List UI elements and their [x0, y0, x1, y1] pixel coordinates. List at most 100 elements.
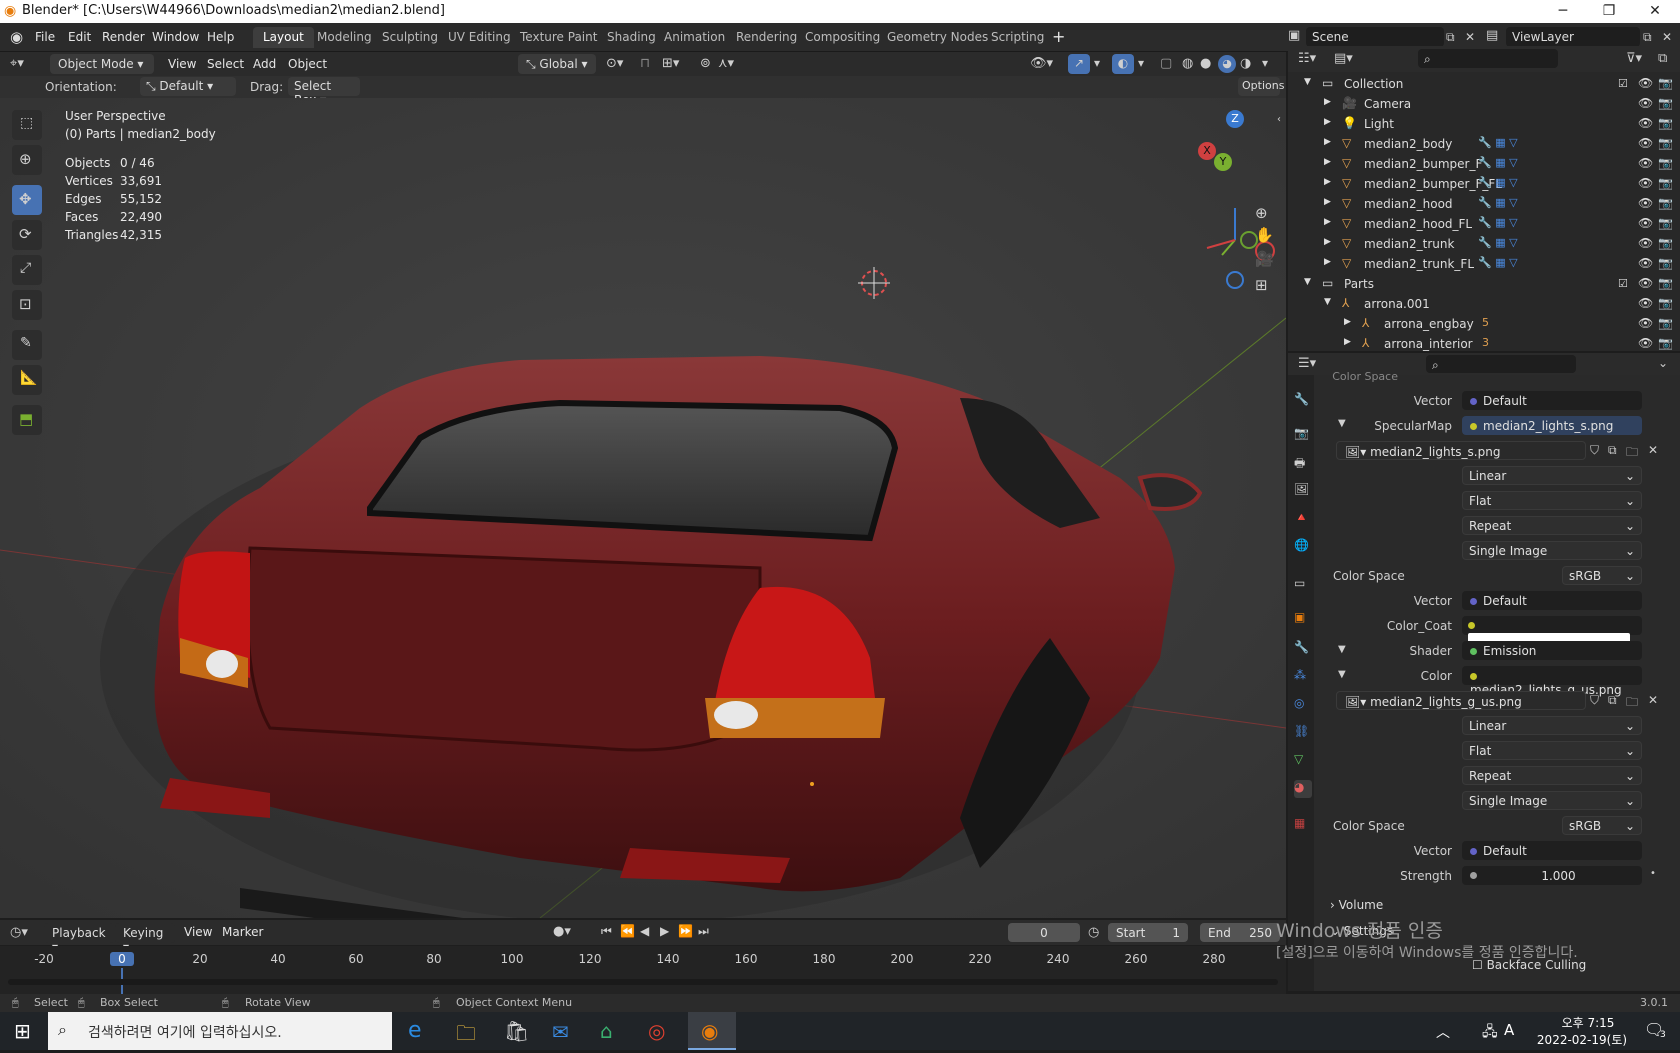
- visibility-eye-icon[interactable]: 👁: [1638, 276, 1653, 290]
- image1-extension-dropdown[interactable]: Repeat ⌄: [1462, 516, 1642, 535]
- pan-hand-icon[interactable]: ✋: [1255, 226, 1274, 244]
- outliner-row[interactable]: ▶ ▽ median2_hood_FL 🔧 ▦ ▽ 👁 📷: [1288, 214, 1680, 234]
- ime-indicator[interactable]: A: [1504, 1021, 1514, 1039]
- specular-field[interactable]: median2_lights_s.png: [1462, 416, 1642, 435]
- xray-icon[interactable]: ▢: [1160, 56, 1172, 71]
- render-camera-icon[interactable]: 📷: [1658, 236, 1673, 250]
- modifier-material-data-icons[interactable]: 🔧 ▦ ▽: [1478, 196, 1518, 209]
- store-icon[interactable]: 🛍: [504, 1019, 529, 1043]
- visibility-icon[interactable]: 👁▾: [1030, 56, 1053, 71]
- data-tab-icon[interactable]: ▽: [1294, 752, 1312, 770]
- record-icon[interactable]: ●▾: [553, 924, 571, 939]
- image2-fake-user-icon[interactable]: ⛉: [1590, 693, 1599, 708]
- jump-end-icon[interactable]: ⏭: [698, 924, 709, 939]
- menu-render[interactable]: Render: [102, 30, 145, 44]
- file-explorer-icon[interactable]: 🗀: [456, 1019, 476, 1053]
- viewlayer-field[interactable]: ViewLayer: [1506, 27, 1640, 47]
- modifier-material-data-icons[interactable]: 🔧 ▦ ▽: [1478, 236, 1518, 249]
- world-tab-icon[interactable]: 🌐: [1294, 538, 1312, 556]
- physics-tab-icon[interactable]: ◎: [1294, 696, 1312, 714]
- render-camera-icon[interactable]: 📷: [1658, 156, 1673, 170]
- visibility-eye-icon[interactable]: 👁: [1638, 136, 1653, 150]
- render-camera-icon[interactable]: 📷: [1658, 136, 1673, 150]
- tab-animation[interactable]: Animation: [654, 27, 735, 48]
- jump-start-icon[interactable]: ⏮: [601, 924, 612, 939]
- image1-source-dropdown[interactable]: Single Image ⌄: [1462, 541, 1642, 560]
- maps-icon[interactable]: ⌂: [600, 1019, 613, 1043]
- visibility-eye-icon[interactable]: 👁: [1638, 96, 1653, 110]
- image1-projection-dropdown[interactable]: Flat ⌄: [1462, 491, 1642, 510]
- expand-chevron-icon[interactable]: ▶: [1324, 197, 1331, 207]
- properties-search-input[interactable]: ⌕: [1426, 355, 1576, 373]
- vector1-field[interactable]: Default: [1462, 391, 1642, 410]
- preview-range-icon[interactable]: ◷: [1088, 925, 1099, 940]
- outliner-row[interactable]: ▶ ▽ median2_trunk 🔧 ▦ ▽ 👁 📷: [1288, 234, 1680, 254]
- exclude-checkbox[interactable]: ☑: [1618, 277, 1628, 290]
- maximize-button[interactable]: ❐: [1586, 0, 1632, 23]
- expand-chevron-icon[interactable]: ▶: [1344, 337, 1351, 347]
- options-dropdown[interactable]: Options: [1238, 77, 1284, 96]
- expand-chevron-icon[interactable]: ▶: [1324, 97, 1331, 107]
- keying-dropdown[interactable]: Keying ▾: [115, 923, 175, 954]
- render-camera-icon[interactable]: 📷: [1658, 256, 1673, 270]
- outliner-row[interactable]: ▼ ⅄ arrona.001 👁 📷: [1288, 294, 1680, 314]
- modifier-material-data-icons[interactable]: 🔧 ▦ ▽: [1478, 216, 1518, 229]
- mode-dropdown[interactable]: Object Mode ▾: [50, 54, 154, 74]
- menu-object[interactable]: Object: [288, 57, 327, 71]
- transform-orientation-dropdown[interactable]: ⤡ Global ▾: [518, 54, 596, 74]
- taskbar-search-box[interactable]: ⌕ 검색하려면 여기에 입력하십시오.: [48, 1012, 392, 1050]
- output-tab-icon[interactable]: 🖶: [1294, 454, 1312, 472]
- orientation-dropdown[interactable]: ⤡ Default ▾: [140, 77, 236, 96]
- tray-chevron-icon[interactable]: ︿: [1436, 1022, 1450, 1042]
- clock-date[interactable]: 2022-02-19(토): [1530, 1031, 1634, 1048]
- network-icon[interactable]: 🖧: [1482, 1021, 1498, 1045]
- outliner-row[interactable]: ▶ 🎥 Camera 👁 📷: [1288, 94, 1680, 114]
- snap-target-icon[interactable]: ⊞▾: [662, 56, 679, 71]
- select-tool-button[interactable]: ⬚: [12, 110, 42, 140]
- expand-chevron-icon[interactable]: ▶: [1324, 137, 1331, 147]
- material-shading-icon[interactable]: ◕: [1218, 55, 1236, 73]
- expand-chevron-icon[interactable]: ▶: [1344, 317, 1351, 327]
- visibility-eye-icon[interactable]: 👁: [1638, 196, 1653, 210]
- play-icon[interactable]: ▶: [660, 924, 669, 938]
- playback-dropdown[interactable]: Playback ▾: [44, 923, 114, 954]
- image1-unlink-icon[interactable]: ✕: [1648, 443, 1658, 457]
- add-workspace-icon[interactable]: +: [1052, 27, 1065, 46]
- start-frame-field[interactable]: Start 1: [1108, 923, 1188, 942]
- timeline-menu-view[interactable]: View: [184, 925, 212, 939]
- visibility-eye-icon[interactable]: 👁: [1638, 76, 1653, 90]
- render-camera-icon[interactable]: 📷: [1658, 116, 1673, 130]
- render-camera-icon[interactable]: 📷: [1658, 196, 1673, 210]
- visibility-eye-icon[interactable]: 👁: [1638, 176, 1653, 190]
- display-mode-icon[interactable]: ▤▾: [1334, 51, 1353, 66]
- viewlayer-icon[interactable]: ▤: [1486, 28, 1498, 43]
- outliner-search-input[interactable]: ⌕: [1418, 49, 1558, 68]
- cursor-tool-button[interactable]: ⊕: [12, 145, 42, 175]
- tab-uv-editing[interactable]: UV Editing: [438, 27, 521, 48]
- menu-select[interactable]: Select: [207, 57, 244, 71]
- mail-icon[interactable]: ✉: [552, 1020, 569, 1044]
- expand-chevron-icon[interactable]: ▶: [1324, 157, 1331, 167]
- menu-file[interactable]: File: [35, 30, 55, 44]
- visibility-eye-icon[interactable]: 👁: [1638, 156, 1653, 170]
- render-camera-icon[interactable]: 📷: [1658, 96, 1673, 110]
- visibility-eye-icon[interactable]: 👁: [1638, 296, 1653, 310]
- modifier-material-data-icons[interactable]: 🔧 ▦ ▽: [1478, 136, 1518, 149]
- blender-taskbar-button[interactable]: ◉: [688, 1012, 736, 1050]
- zoom-icon[interactable]: ⊕: [1255, 204, 1268, 222]
- outliner-row[interactable]: ▼ ▭ Collection ☑ 👁 📷: [1288, 74, 1680, 94]
- image2-unlink-icon[interactable]: ✕: [1648, 693, 1658, 707]
- render-camera-icon[interactable]: 📷: [1658, 76, 1673, 90]
- end-frame-field[interactable]: End 250: [1200, 923, 1280, 942]
- outliner-row[interactable]: ▶ ▽ median2_trunk_FL 🔧 ▦ ▽ 👁 📷: [1288, 254, 1680, 274]
- outliner-row[interactable]: ▶ ▽ median2_bumper_F_FL 🔧 ▦ ▽ 👁 📷: [1288, 174, 1680, 194]
- expand-chevron-icon[interactable]: ▶: [1324, 117, 1331, 127]
- overlay-dropdown-icon[interactable]: ▾: [1138, 56, 1144, 70]
- modifier-material-data-icons[interactable]: 🔧 ▦ ▽: [1478, 156, 1518, 169]
- outliner-row[interactable]: ▶ 💡 Light 👁 📷: [1288, 114, 1680, 134]
- image2-colorspace-dropdown[interactable]: sRGB ⌄: [1562, 816, 1642, 835]
- timeline-editor-icon[interactable]: ◷▾: [10, 925, 28, 940]
- image2-source-dropdown[interactable]: Single Image ⌄: [1462, 791, 1642, 810]
- pivot-icon[interactable]: ⊙▾: [606, 56, 623, 71]
- collection-tab-icon[interactable]: ▭: [1294, 576, 1312, 594]
